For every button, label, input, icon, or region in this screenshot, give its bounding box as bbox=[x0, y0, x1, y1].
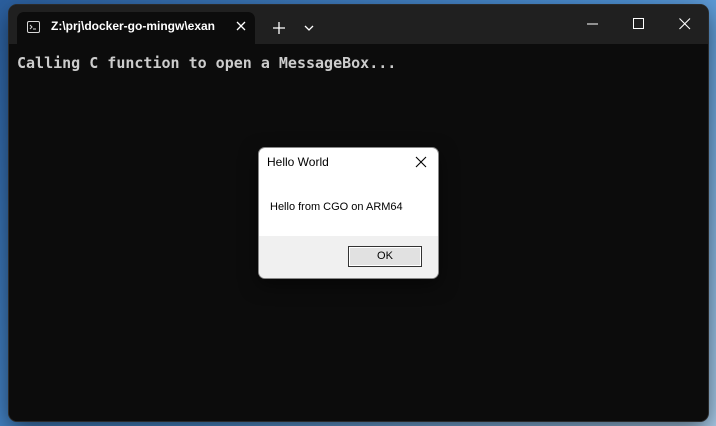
terminal-icon bbox=[27, 21, 40, 33]
close-icon[interactable] bbox=[661, 5, 707, 44]
desktop-background: Z:\prj\docker-go-mingw\exan Calling C fu… bbox=[0, 0, 716, 426]
tab-title: Z:\prj\docker-go-mingw\exan bbox=[51, 19, 216, 33]
ok-button[interactable]: OK bbox=[348, 246, 422, 267]
chevron-down-icon[interactable] bbox=[299, 17, 319, 41]
plus-icon[interactable] bbox=[267, 17, 291, 41]
tab-close-icon[interactable] bbox=[233, 18, 249, 34]
dialog-message: Hello from CGO on ARM64 bbox=[270, 201, 403, 213]
dialog-close-icon[interactable] bbox=[414, 154, 428, 168]
minimize-icon[interactable] bbox=[569, 5, 615, 44]
dialog-footer: OK bbox=[259, 236, 438, 278]
dialog-title: Hello World bbox=[267, 155, 329, 169]
maximize-icon[interactable] bbox=[615, 5, 661, 44]
terminal-tab[interactable]: Z:\prj\docker-go-mingw\exan bbox=[17, 12, 255, 44]
message-box-dialog: Hello World Hello from CGO on ARM64 OK bbox=[258, 147, 439, 279]
title-bar[interactable]: Z:\prj\docker-go-mingw\exan bbox=[9, 5, 708, 44]
console-output: Calling C function to open a MessageBox.… bbox=[17, 54, 397, 72]
